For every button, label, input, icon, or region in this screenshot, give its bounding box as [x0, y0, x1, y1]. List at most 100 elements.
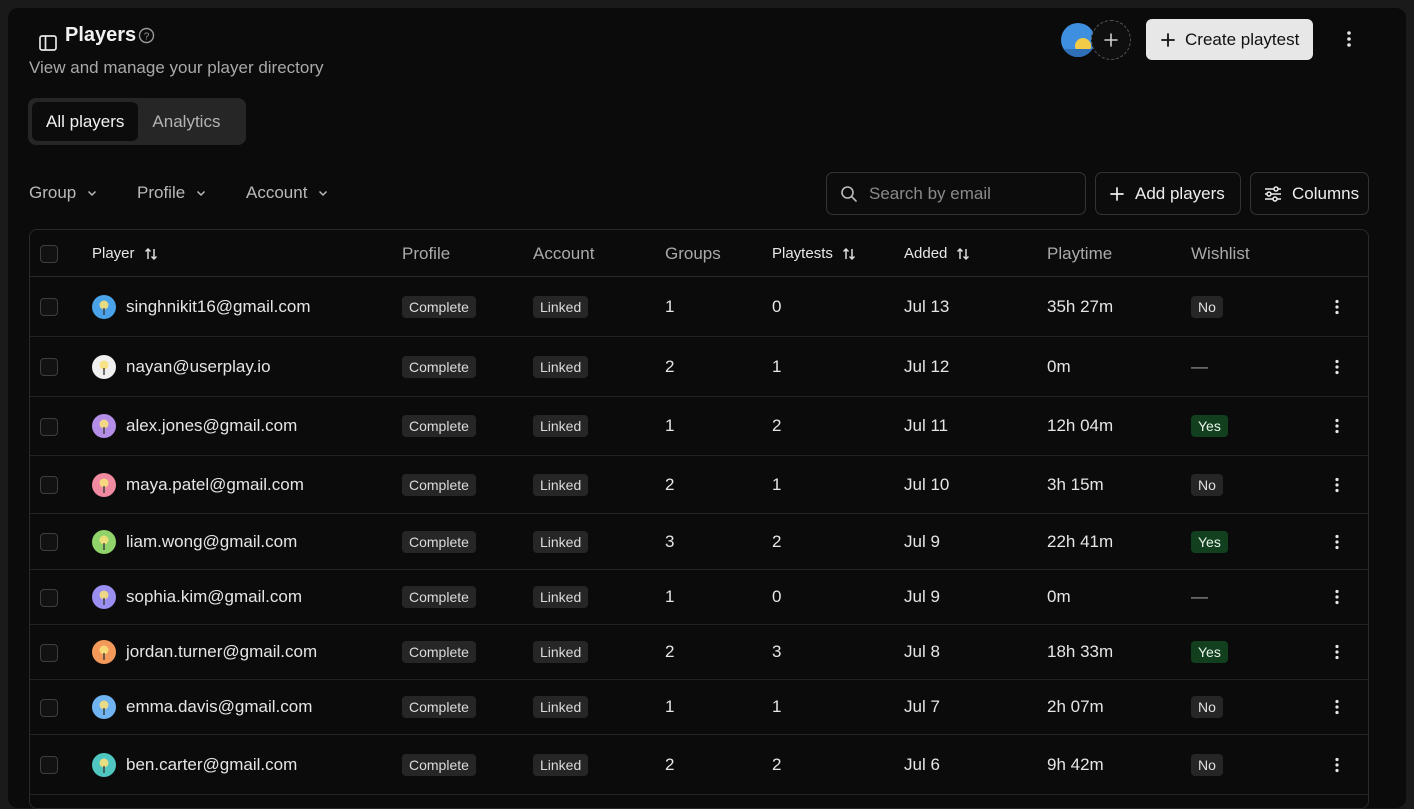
avatar	[92, 529, 116, 554]
playtests-count: 2	[772, 531, 782, 551]
table-row[interactable]: ben.carter@gmail.com Complete Linked 2 2 Jul …	[30, 735, 1368, 795]
wishlist-badge: No	[1191, 753, 1223, 776]
table-row[interactable]: jordan.turner@gmail.com Complete Linked 2 3 J…	[30, 625, 1368, 680]
player-email[interactable]: alex.jones@gmail.com	[126, 416, 297, 436]
row-checkbox[interactable]	[40, 588, 58, 607]
table-row[interactable]: liam.wong@gmail.com Complete Linked 3 2 Jul 9…	[30, 514, 1368, 570]
account-filter-label: Account	[246, 183, 308, 202]
row-menu-button[interactable]	[1322, 735, 1352, 794]
wishlist-badge: —	[1191, 587, 1208, 606]
tab-all-players[interactable]: All players	[32, 102, 139, 141]
profile-status-badge: Complete	[402, 355, 476, 378]
create-playtest-label: Create playtest	[1185, 29, 1300, 49]
search-input[interactable]	[869, 183, 1069, 204]
player-email[interactable]: singhnikit16@gmail.com	[126, 297, 311, 317]
row-menu-button[interactable]	[1322, 456, 1352, 513]
column-header-added[interactable]: Added	[904, 230, 971, 277]
avatar	[92, 585, 116, 609]
player-cell: nayan@userplay.io	[92, 337, 271, 396]
row-menu-button[interactable]	[1322, 277, 1352, 336]
row-checkbox[interactable]	[40, 698, 58, 717]
table-row[interactable]: nayan@userplay.io Complete Linked 2 1 Jul 12 0…	[30, 337, 1368, 397]
column-header-playtests[interactable]: Playtests	[772, 230, 857, 277]
row-menu-button[interactable]	[1322, 514, 1352, 569]
page-title: Players	[65, 24, 137, 46]
playtests-cell: 1	[772, 680, 781, 734]
columns-button[interactable]: Columns	[1250, 172, 1369, 215]
player-email[interactable]: liam.wong@gmail.com	[126, 532, 297, 552]
account-cell: Linked	[533, 456, 589, 513]
row-checkbox[interactable]	[40, 756, 58, 774]
select-all-checkbox[interactable]	[40, 245, 58, 263]
row-checkbox[interactable]	[40, 417, 58, 436]
table-row[interactable]: singhnikit16@gmail.com Complete Linked 1 0 Ju…	[30, 277, 1368, 337]
row-menu-button[interactable]	[1322, 570, 1352, 624]
player-email[interactable]: jordan.turner@gmail.com	[126, 642, 317, 662]
added-cell: Jul 8	[904, 625, 940, 679]
added-cell: Jul 9	[904, 514, 940, 569]
row-checkbox[interactable]	[40, 476, 58, 494]
player-email[interactable]: emma.davis@gmail.com	[126, 697, 312, 717]
player-email[interactable]: ben.carter@gmail.com	[126, 755, 297, 775]
added-cell: Jul 10	[904, 456, 949, 513]
profile-cell: Complete	[402, 570, 476, 624]
group-filter[interactable]: Group	[29, 180, 98, 206]
row-checkbox[interactable]	[40, 643, 58, 662]
player-email[interactable]: sophia.kim@gmail.com	[126, 587, 302, 607]
row-checkbox[interactable]	[40, 298, 58, 316]
more-vertical-icon	[1335, 534, 1339, 549]
chevron-down-icon	[88, 190, 97, 197]
sort-icon	[957, 247, 970, 260]
row-checkbox[interactable]	[40, 358, 58, 376]
groups-count: 2	[665, 642, 675, 661]
player-email[interactable]: nayan@userplay.io	[126, 357, 271, 377]
player-email[interactable]: maya.patel@gmail.com	[126, 475, 304, 495]
wishlist-cell: —	[1191, 570, 1208, 624]
playtime-cell: 22h 41m	[1047, 514, 1113, 569]
page-menu-button[interactable]	[1334, 24, 1364, 54]
sidebar-toggle-button[interactable]	[31, 26, 65, 60]
playtests-count: 2	[772, 416, 782, 435]
groups-count: 3	[665, 531, 675, 551]
chevron-down-icon	[197, 190, 206, 197]
table-row[interactable]: emma.davis@gmail.com Complete Linked 1 1 Jul …	[30, 680, 1368, 735]
wishlist-cell: No	[1191, 680, 1223, 734]
table-row[interactable]: sophia.kim@gmail.com Complete Linked 1 0 Jul …	[30, 570, 1368, 625]
add-collaborator-button[interactable]	[1091, 20, 1131, 60]
avatar	[92, 640, 116, 664]
row-checkbox[interactable]	[40, 533, 58, 551]
playtime-cell: 3h 15m	[1047, 456, 1104, 513]
wishlist-badge: Yes	[1191, 641, 1228, 663]
playtests-cell: 3	[772, 625, 781, 679]
player-cell: alex.jones@gmail.com	[92, 397, 297, 455]
playtests-cell: 0	[772, 277, 781, 336]
row-menu-button[interactable]	[1322, 397, 1352, 455]
added-date: Jul 7	[904, 697, 940, 716]
table-row[interactable]: maya.patel@gmail.com Complete Linked 2 1 Jul …	[30, 456, 1368, 514]
groups-cell: 1	[665, 680, 674, 734]
column-header-player[interactable]: Player	[92, 230, 159, 277]
added-date: Jul 10	[904, 474, 950, 494]
row-menu-button[interactable]	[1322, 337, 1352, 396]
row-menu-button[interactable]	[1322, 680, 1352, 734]
add-players-button[interactable]: Add players	[1095, 172, 1241, 215]
create-playtest-button[interactable]: Create playtest	[1146, 19, 1313, 60]
profile-cell: Complete	[402, 514, 476, 569]
svg-text:?: ?	[143, 31, 149, 42]
playtests-cell: 2	[772, 397, 781, 455]
added-cell: Jul 13	[904, 277, 949, 336]
table-row[interactable]: alex.jones@gmail.com Complete Linked 1 2 Jul …	[30, 397, 1368, 456]
added-date: Jul 13	[904, 296, 950, 316]
row-menu-button[interactable]	[1322, 625, 1352, 679]
profile-cell: Complete	[402, 397, 476, 455]
account-filter[interactable]: Account	[246, 180, 329, 206]
tab-analytics[interactable]: Analytics	[138, 102, 234, 141]
help-icon[interactable]: ?	[137, 26, 155, 44]
profile-filter[interactable]: Profile	[137, 180, 207, 206]
profile-status-badge: Complete	[402, 415, 476, 437]
playtime-value: 22h 41m	[1047, 531, 1114, 551]
wishlist-badge: No	[1191, 473, 1223, 496]
column-header-wishlist: Wishlist	[1191, 243, 1250, 263]
avatar	[92, 414, 116, 438]
wishlist-badge: No	[1191, 696, 1223, 718]
